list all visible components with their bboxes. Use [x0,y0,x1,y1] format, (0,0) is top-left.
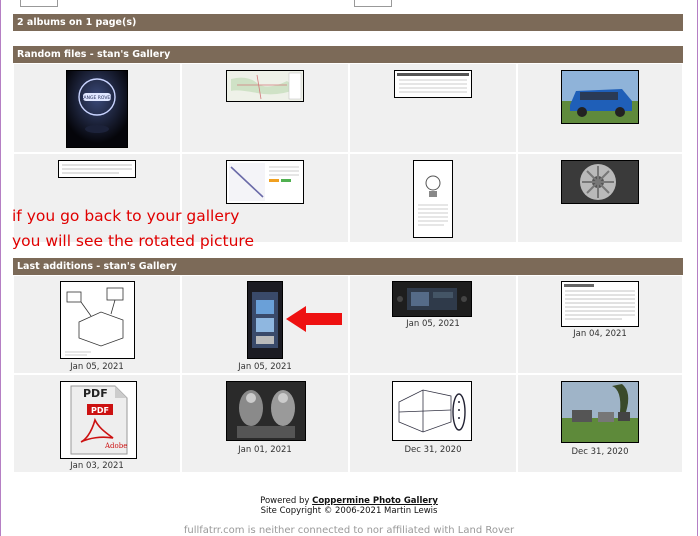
thumb-date: Jan 01, 2021 [238,445,292,455]
annotation-line-1: if you go back to your gallery [12,207,240,225]
powered-by-text: Powered by [260,496,310,506]
random-cell [517,63,683,153]
random-thumb[interactable] [226,70,304,102]
random-cell [349,63,517,153]
random-files-header: Random files - stan's Gallery [13,46,683,63]
last-thumb[interactable] [561,381,639,443]
random-cell [349,153,517,243]
thumb-date: Jan 05, 2021 [238,362,292,372]
pdf-top-label: PDF [83,387,108,400]
last-additions-title: Last additions - stan's Gallery [17,261,177,272]
thumb-date: Jan 05, 2021 [70,362,124,372]
random-thumb[interactable] [561,70,639,124]
random-cell: RANGE ROVER [13,63,181,153]
last-thumb[interactable] [60,281,135,359]
last-cell: Jan 05, 2021 [349,275,517,374]
footer-powered: Powered by Coppermine Photo Gallery [0,496,698,506]
last-additions-header: Last additions - stan's Gallery [13,258,683,275]
thumb-date: Jan 04, 2021 [573,329,627,339]
random-files-title: Random files - stan's Gallery [17,49,171,60]
footer-copyright: Site Copyright © 2006-2021 Martin Lewis [260,506,438,516]
random-cell [517,153,683,243]
last-thumb[interactable] [561,281,639,327]
logo-badge-text: RANGE ROVER [81,95,114,101]
album-thumb-stub[interactable] [20,0,58,7]
albums-summary: 2 albums on 1 page(s) [17,17,137,28]
pdf-badge-label: PDF [91,406,109,415]
last-thumb[interactable] [392,381,472,441]
random-thumb[interactable] [561,160,639,204]
last-cell: Jan 05, 2021 [13,275,181,374]
thumb-date: Dec 31, 2020 [571,447,629,457]
last-thumb[interactable] [392,281,472,317]
thumb-date: Jan 05, 2021 [406,319,460,329]
last-cell: PDF PDF Adobe Jan 03, 2021 [13,374,181,473]
random-thumb[interactable] [394,70,472,98]
coppermine-link[interactable]: Coppermine Photo Gallery [312,496,438,506]
disclaimer-text: fullfatrr.com is neither connected to no… [183,525,515,536]
last-cell: Dec 31, 2020 [349,374,517,473]
last-thumb-pdf[interactable]: PDF PDF Adobe [60,381,137,459]
random-thumb[interactable] [413,160,453,238]
last-cell: Dec 31, 2020 [517,374,683,473]
last-additions-grid: Jan 05, 2021 Jan 05, 2021 Jan 05, 2021 J… [13,275,683,473]
album-thumb-stub[interactable] [354,0,392,7]
pdf-brand-label: Adobe [104,442,127,450]
albums-summary-bar: 2 albums on 1 page(s) [13,14,683,31]
last-thumb-rotated[interactable] [247,281,283,359]
last-cell: Jan 04, 2021 [517,275,683,374]
random-thumb[interactable]: RANGE ROVER [66,70,128,148]
last-cell: Jan 01, 2021 [181,374,349,473]
annotation-line-2: you will see the rotated picture [12,232,254,250]
random-cell [181,63,349,153]
thumb-date: Jan 03, 2021 [70,461,124,471]
last-thumb[interactable] [226,381,306,441]
random-thumb[interactable] [226,160,304,204]
red-arrow-icon [286,306,342,332]
thumb-date: Dec 31, 2020 [404,445,462,455]
random-thumb[interactable] [58,160,136,178]
last-cell: Jan 05, 2021 [181,275,349,374]
